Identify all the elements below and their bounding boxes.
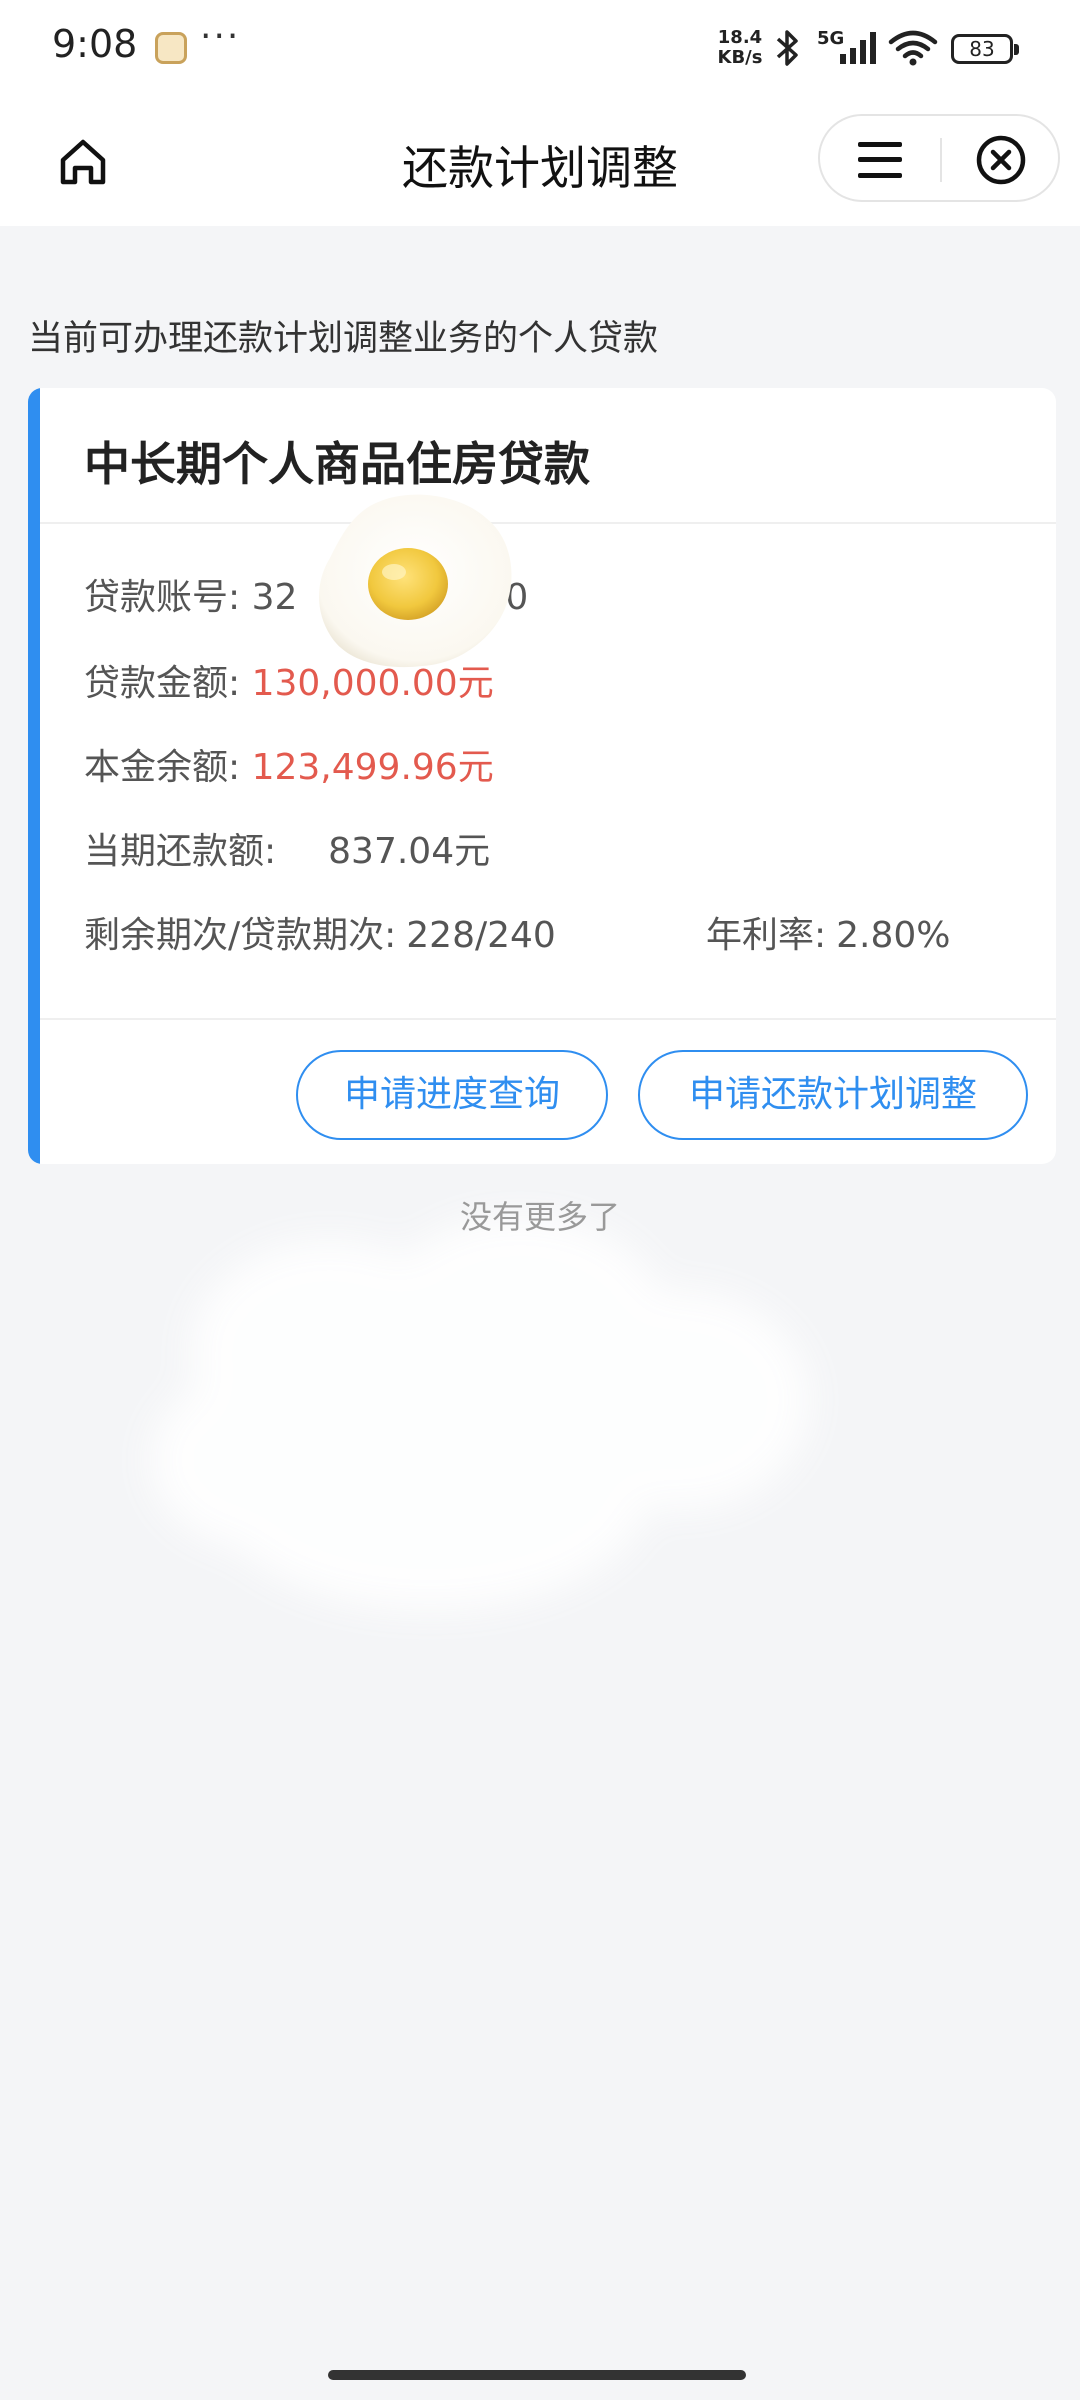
nav-bar: 还款计划调整 [0,96,1080,226]
loan-title: 中长期个人商品住房贷款 [84,437,590,491]
end-of-list-text: 没有更多了 [459,1198,620,1236]
battery-indicator: 83 [951,34,1019,64]
cloud-sticker-icon [150,1215,810,1610]
divider [40,522,1056,524]
capsule-divider [940,138,942,182]
close-circle-icon[interactable] [975,134,1027,186]
application-progress-button[interactable]: 申请进度查询 [296,1050,608,1140]
status-bar: 9:08 ··· 18.4 KB/s 5G 83 [0,0,1080,96]
egg-sticker-icon [319,494,512,668]
periods-row: 剩余期次/贷款期次: 228/240 [84,906,556,958]
card-accent-bar [28,388,40,1164]
interest-rate-row: 年利率: 2.80% [706,906,951,958]
loan-account-label: 贷款账号: [84,577,241,618]
current-payment-value: 837.04元 [328,831,491,872]
notification-app-icon [155,32,187,64]
interest-rate-value: 2.80% [836,915,951,956]
signal-icon [840,32,876,64]
current-payment-row: 当期还款额: 837.04元 [84,822,490,874]
loan-amount-label: 贷款金额: [84,663,241,704]
wifi-icon [888,30,938,66]
principal-balance-row: 本金余额: 123,499.96元 [84,738,494,790]
bluetooth-icon [776,30,798,66]
home-indicator[interactable] [328,2370,746,2380]
status-time: 9:08 [52,22,138,66]
loan-account-value-start: 32 [251,577,298,618]
principal-balance-label: 本金余额: [84,747,241,788]
current-payment-label: 当期还款额: [84,831,277,872]
interest-rate-label: 年利率: [706,915,827,956]
principal-balance-value: 123,499.96元 [251,747,494,788]
mini-program-capsule [818,114,1060,202]
periods-value: 228/240 [406,915,556,956]
more-notifications-icon: ··· [200,16,241,57]
network-speed: 18.4 KB/s [717,27,763,68]
menu-icon[interactable] [858,140,902,180]
periods-label: 剩余期次/贷款期次: [84,915,397,956]
loan-card: 中长期个人商品住房贷款 贷款账号: 32 0 贷款金额: 130,000.00元 … [28,388,1056,1164]
section-title: 当前可办理还款计划调整业务的个人贷款 [28,319,659,359]
divider [40,1018,1056,1020]
apply-plan-adjustment-button[interactable]: 申请还款计划调整 [638,1050,1028,1140]
